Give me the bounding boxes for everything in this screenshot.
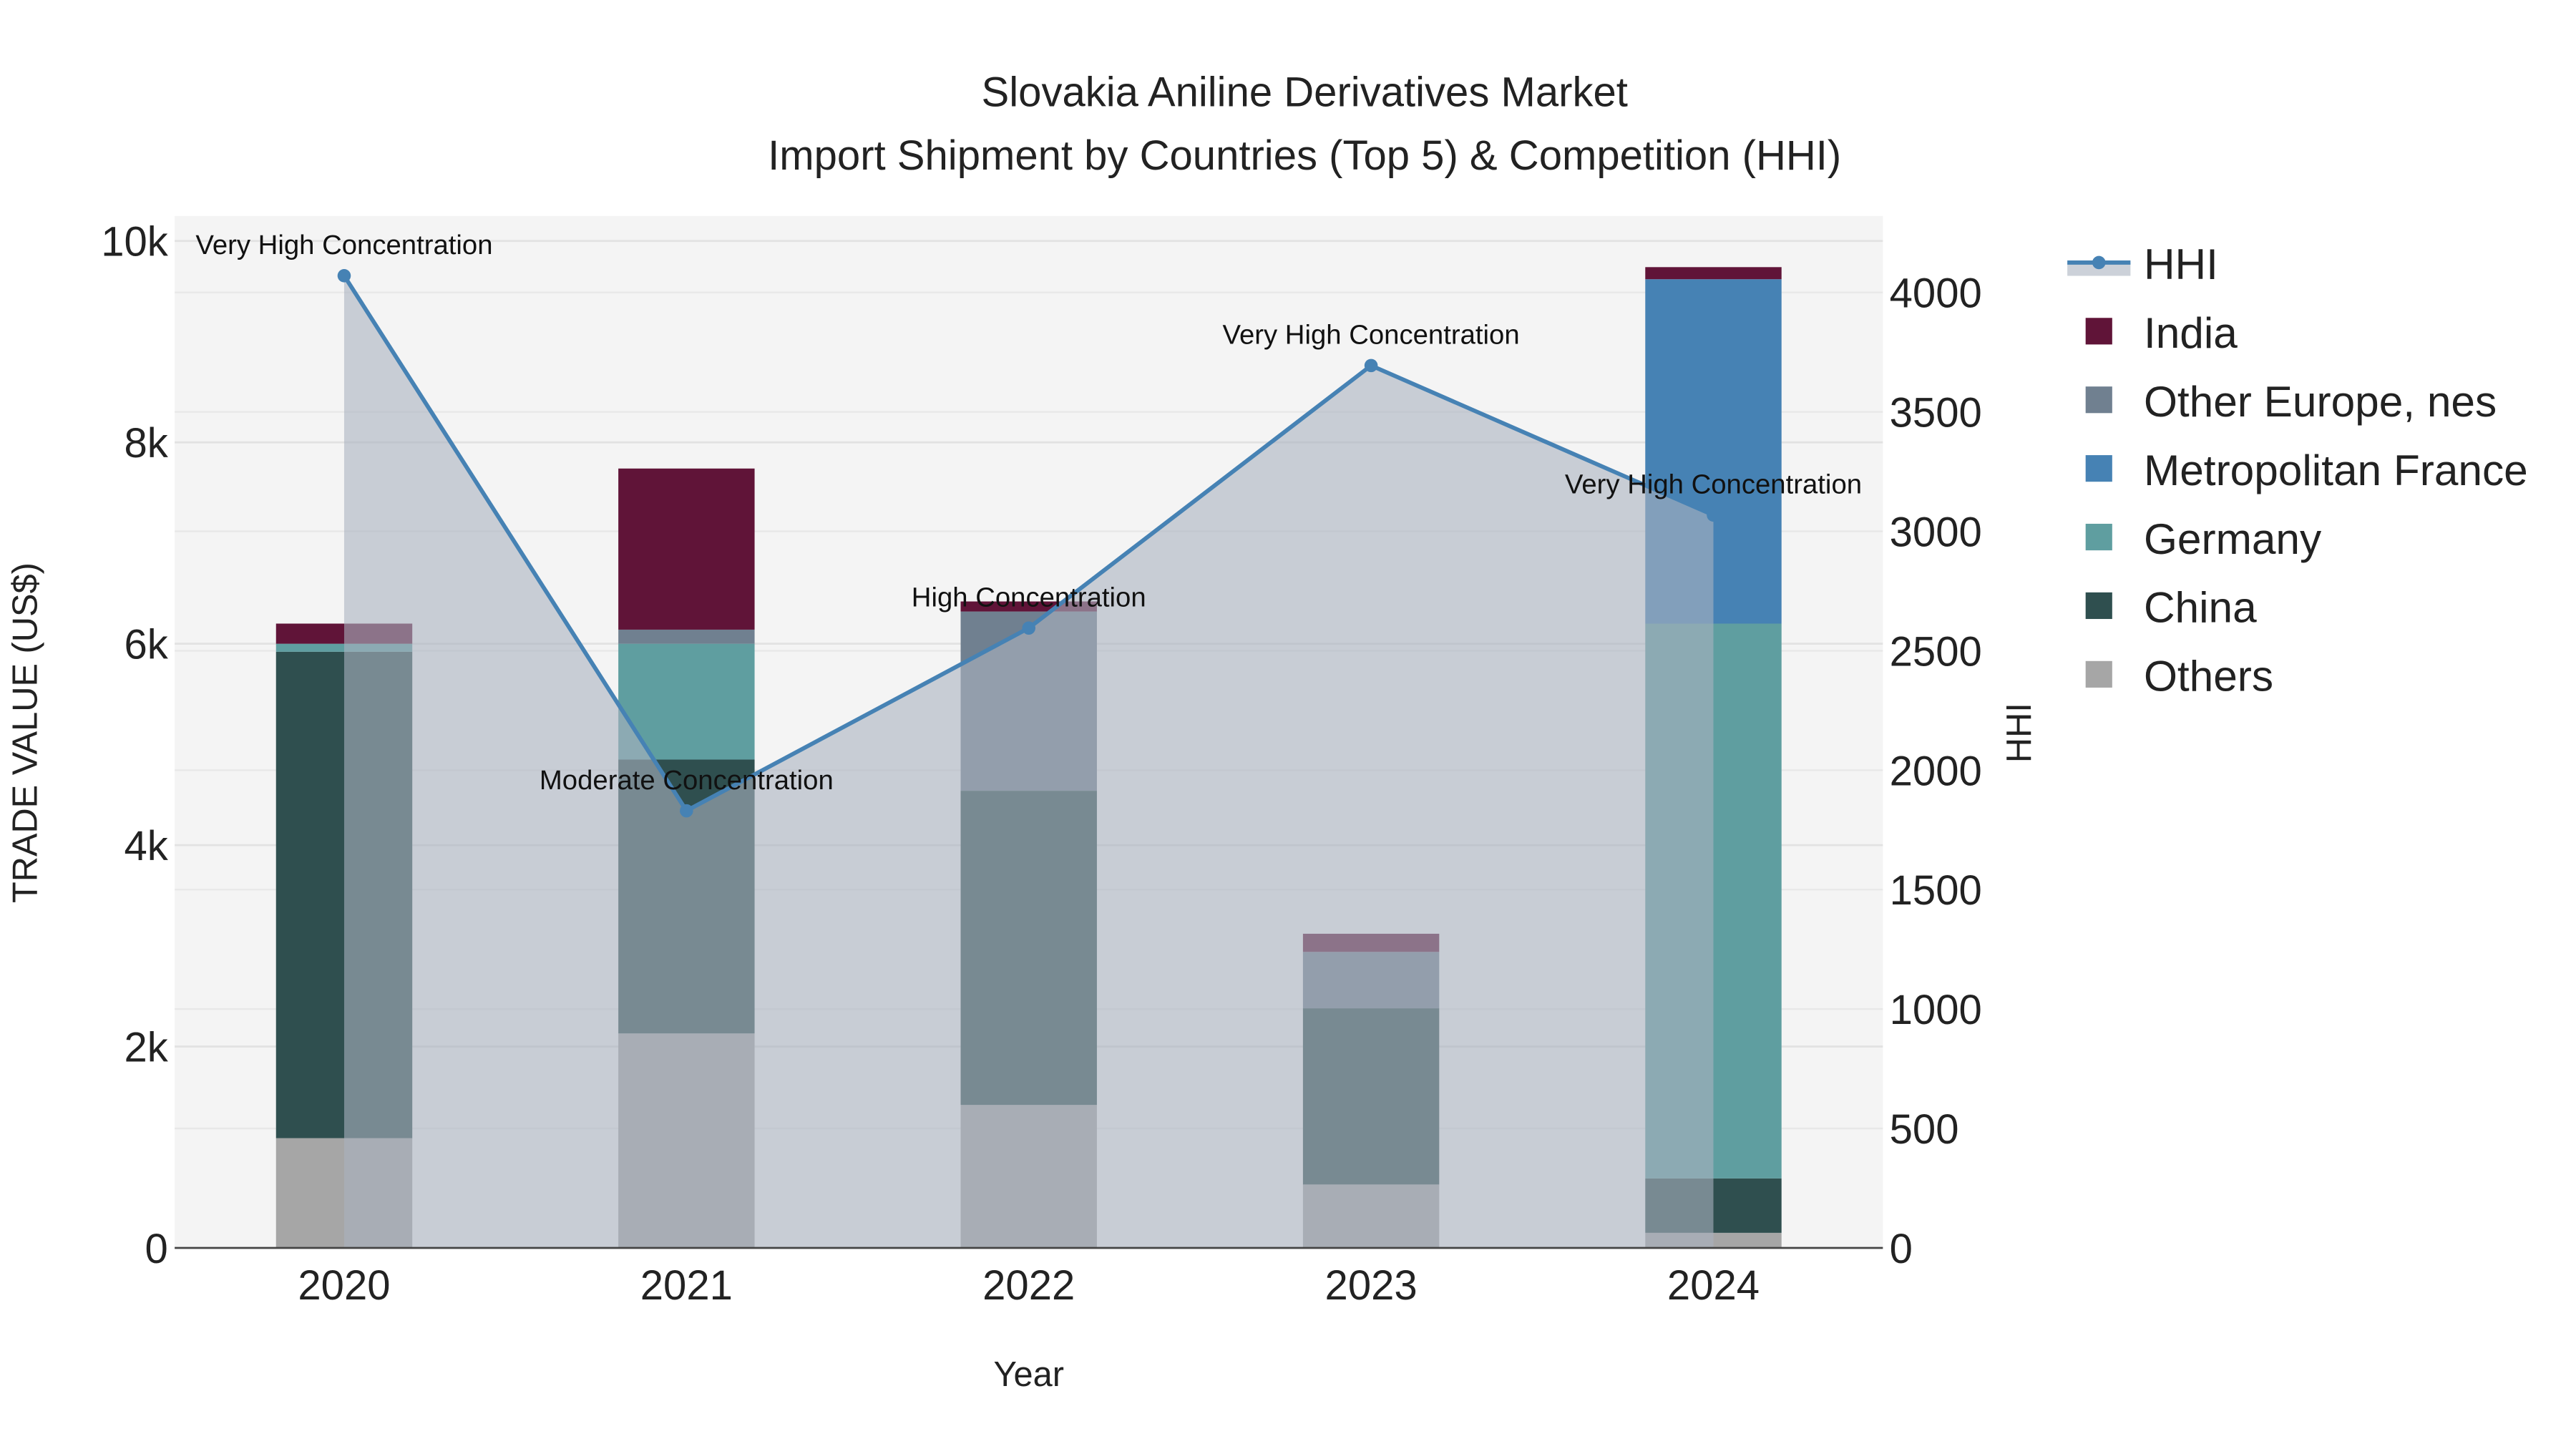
hhi-point-2023 xyxy=(1364,358,1378,373)
hhi-annotation: High Concentration xyxy=(912,582,1146,613)
y2-tick-label: 4000 xyxy=(1890,270,1982,317)
chart: Very High Concentration Moderate Concentr… xyxy=(0,0,2576,1449)
x-tick-label: 2024 xyxy=(1667,1262,1760,1309)
legend-label: HHI xyxy=(2144,240,2218,288)
y-tick-label: 10k xyxy=(101,219,169,265)
y2-tick-label: 3500 xyxy=(1890,390,1982,436)
y-tick-label: 4k xyxy=(124,823,168,869)
legend-label: India xyxy=(2144,308,2238,357)
legend-label: Germany xyxy=(2144,514,2322,563)
y2-tick-label: 3000 xyxy=(1890,509,1982,555)
y2-tick-label: 500 xyxy=(1890,1106,1959,1153)
legend-swatch xyxy=(2085,386,2112,414)
legend-label: China xyxy=(2144,583,2257,632)
legend-swatch-marker xyxy=(2092,255,2106,270)
y-tick-label: 0 xyxy=(145,1226,168,1272)
legend-label: Others xyxy=(2144,652,2273,701)
chart-subtitle: Import Shipment by Countries (Top 5) & C… xyxy=(768,132,1841,179)
legend-swatch xyxy=(2085,592,2112,620)
bar-other-europe-nes-2021 xyxy=(618,629,755,644)
hhi-annotation: Very High Concentration xyxy=(195,230,492,260)
y2-tick-label: 0 xyxy=(1890,1226,1913,1272)
y2-tick-label: 2000 xyxy=(1890,748,1982,794)
legend-swatch xyxy=(2085,660,2112,688)
chart-title: Slovakia Aniline Derivatives Market xyxy=(982,69,1628,116)
legend-item-metropolitan-france[interactable]: Metropolitan France xyxy=(2085,446,2528,494)
bar-india-2021 xyxy=(618,468,755,630)
x-tick-label: 2021 xyxy=(640,1262,733,1309)
x-tick-label: 2022 xyxy=(982,1262,1075,1309)
legend-label: Metropolitan France xyxy=(2144,446,2528,494)
hhi-point-2022 xyxy=(1022,621,1036,635)
y2-tick-label: 2500 xyxy=(1890,628,1982,675)
legend-item-other-europe-nes[interactable]: Other Europe, nes xyxy=(2085,377,2497,426)
hhi-point-2020 xyxy=(337,269,351,283)
x-axis-title: Year xyxy=(993,1355,1064,1394)
hhi-point-2021 xyxy=(680,804,693,818)
y-axis-title: TRADE VALUE (US$) xyxy=(6,562,44,903)
hhi-annotation: Moderate Concentration xyxy=(540,765,834,796)
hhi-point-2024 xyxy=(1707,508,1720,522)
x-tick-label: 2020 xyxy=(298,1262,390,1309)
hhi-annotation: Very High Concentration xyxy=(1223,320,1520,351)
legend-swatch xyxy=(2085,455,2112,482)
legend-swatch xyxy=(2085,523,2112,551)
y-tick-label: 6k xyxy=(124,622,168,668)
legend-swatch xyxy=(2085,318,2112,345)
hhi-annotation: Very High Concentration xyxy=(1565,469,1862,500)
legend-label: Other Europe, nes xyxy=(2144,377,2497,426)
y2-tick-label: 1500 xyxy=(1890,867,1982,914)
bar-india-2024 xyxy=(1645,267,1782,280)
y2-tick-label: 1000 xyxy=(1890,987,1982,1033)
x-tick-label: 2023 xyxy=(1325,1262,1418,1309)
y-tick-label: 8k xyxy=(124,420,168,467)
y2-axis-title: HHI xyxy=(2000,703,2039,763)
y-tick-label: 2k xyxy=(124,1024,168,1070)
